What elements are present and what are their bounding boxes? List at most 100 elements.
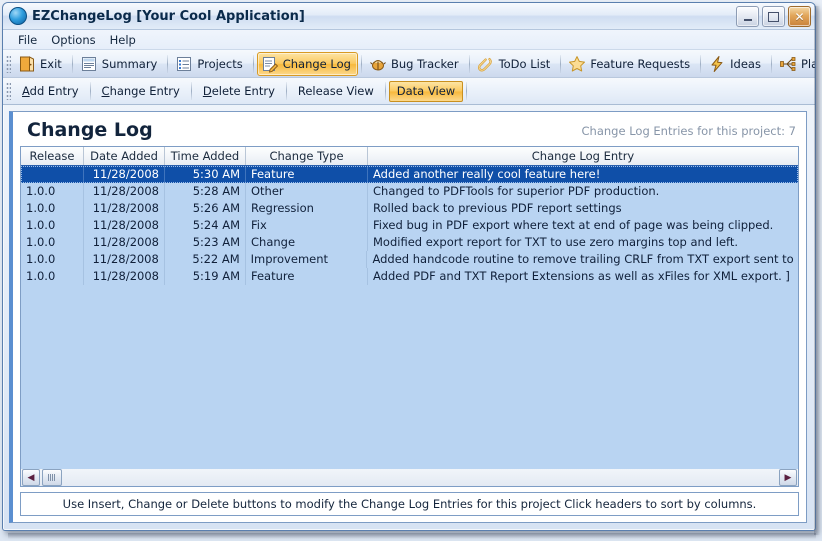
toolbar-button-ideas[interactable]: Ideas [704, 52, 768, 76]
cell-change-type: Feature [246, 268, 368, 285]
column-header-release[interactable]: Release [21, 147, 84, 165]
secondary-toolbar: Add Entry Change Entry Delete Entry Rele… [3, 78, 815, 105]
horizontal-scrollbar[interactable]: ◀ ▶ [20, 469, 799, 487]
secondary-toolbar-separator [385, 82, 386, 100]
cell-change-type: Improvement [246, 251, 368, 268]
toolbar-separator [167, 55, 168, 73]
toolbar-label-change-log: Change Log [283, 57, 351, 71]
toolbar-label-exit: Exit [40, 57, 62, 71]
cell-release: 1.0.0 [21, 234, 84, 251]
star-icon [568, 55, 586, 73]
table-row[interactable]: 1.0.0 11/28/2008 5:24 AM Fix Fixed bug i… [21, 217, 798, 234]
toolbar-label-delete-entry: Delete Entry [203, 84, 275, 98]
table-row[interactable]: 1.0.0 11/28/2008 5:26 AM Regression Roll… [21, 200, 798, 217]
secondary-toolbar-separator [90, 82, 91, 100]
window-title: EZChangeLog [Your Cool Application] [32, 9, 305, 24]
toolbar-button-feature-requests[interactable]: Feature Requests [564, 52, 697, 76]
column-header-time-added[interactable]: Time Added [165, 147, 246, 165]
title-bar: EZChangeLog [Your Cool Application] ✕ [3, 3, 815, 30]
table-row[interactable]: 1.0.0 11/28/2008 5:19 AM Feature Added P… [21, 268, 798, 285]
secondary-toolbar-grip[interactable] [6, 82, 11, 100]
maximize-button[interactable] [762, 6, 785, 27]
toolbar-button-planner[interactable]: Planner [775, 52, 816, 76]
minimize-icon [744, 19, 752, 21]
toolbar-separator [253, 55, 254, 73]
toolbar-label-data-view: Data View [397, 84, 455, 98]
cell-time-added: 5:23 AM [165, 234, 246, 251]
table-row[interactable]: 1.0.0 11/28/2008 5:22 AM Improvement Add… [21, 251, 798, 268]
toolbar-separator [469, 55, 470, 73]
scrollbar-thumb[interactable] [42, 469, 62, 486]
table-row[interactable]: 11/28/2008 5:30 AM Feature Added another… [21, 166, 798, 183]
cell-change-type: Fix [246, 217, 368, 234]
column-header-date-added[interactable]: Date Added [84, 147, 165, 165]
cell-change-log-entry: Added handcode routine to remove trailin… [367, 251, 798, 268]
scroll-left-button[interactable]: ◀ [22, 469, 40, 486]
minimize-button[interactable] [736, 6, 759, 27]
entry-count-label: Change Log Entries for this project: 7 [582, 124, 796, 141]
toolbar-label-bug-tracker: Bug Tracker [391, 57, 459, 71]
cell-release [21, 166, 84, 183]
toolbar-label-add-entry: Add Entry [22, 84, 79, 98]
window-shadow-bottom [8, 533, 816, 539]
toolbar-button-release-view[interactable]: Release View [290, 81, 382, 102]
secondary-toolbar-separator [466, 82, 467, 100]
column-header-change-type[interactable]: Change Type [246, 147, 368, 165]
close-icon: ✕ [794, 11, 804, 23]
status-bar: Use Insert, Change or Delete buttons to … [20, 492, 799, 516]
projects-list-icon [175, 55, 193, 73]
menu-item-options[interactable]: Options [44, 32, 102, 48]
toolbar-label-ideas: Ideas [730, 57, 761, 71]
toolbar-label-release-view: Release View [298, 84, 374, 98]
toolbar-button-change-log[interactable]: Change Log [257, 52, 358, 76]
cell-change-log-entry: Added PDF and TXT Report Extensions as w… [368, 268, 798, 285]
cell-change-log-entry: Added another really cool feature here! [368, 166, 798, 183]
menu-item-help[interactable]: Help [103, 32, 143, 48]
paperclip-icon [477, 55, 495, 73]
app-globe-icon [9, 7, 27, 25]
toolbar-button-data-view[interactable]: Data View [389, 81, 463, 102]
cell-change-log-entry: Changed to PDFTools for superior PDF pro… [368, 183, 798, 200]
planner-tree-icon [779, 55, 797, 73]
table-row[interactable]: 1.0.0 11/28/2008 5:23 AM Change Modified… [21, 234, 798, 251]
toolbar-button-change-entry[interactable]: Change Entry [94, 81, 188, 102]
toolbar-button-delete-entry[interactable]: Delete Entry [195, 81, 283, 102]
toolbar-separator [700, 55, 701, 73]
toolbar-button-exit[interactable]: Exit [14, 52, 69, 76]
scrollbar-thumb-grip [48, 474, 56, 481]
cell-change-type: Regression [246, 200, 368, 217]
cell-time-added: 5:28 AM [165, 183, 246, 200]
toolbar-button-todo-list[interactable]: ToDo List [473, 52, 558, 76]
close-button[interactable]: ✕ [788, 6, 811, 27]
summary-page-icon [80, 55, 98, 73]
cell-change-type: Change [246, 234, 368, 251]
cell-time-added: 5:19 AM [165, 268, 246, 285]
column-header-change-log-entry[interactable]: Change Log Entry [368, 147, 798, 165]
toolbar-separator [72, 55, 73, 73]
menu-item-file[interactable]: File [11, 32, 44, 48]
main-toolbar: Exit Summary [3, 50, 815, 78]
exit-door-icon [18, 55, 36, 73]
secondary-toolbar-separator [286, 82, 287, 100]
window-controls: ✕ [736, 6, 811, 27]
main-window: EZChangeLog [Your Cool Application] ✕ Fi… [2, 2, 816, 531]
content-area: Change Log Change Log Entries for this p… [3, 104, 815, 530]
toolbar-button-summary[interactable]: Summary [76, 52, 165, 76]
toolbar-button-projects[interactable]: Projects [171, 52, 249, 76]
toolbar-grip[interactable] [6, 55, 11, 73]
scroll-right-button[interactable]: ▶ [779, 469, 797, 486]
cell-release: 1.0.0 [21, 217, 84, 234]
cell-release: 1.0.0 [21, 183, 84, 200]
cell-time-added: 5:26 AM [165, 200, 246, 217]
cell-release: 1.0.0 [21, 268, 84, 285]
bug-icon [369, 55, 387, 73]
cell-date-added: 11/28/2008 [84, 268, 165, 285]
table-row[interactable]: 1.0.0 11/28/2008 5:28 AM Other Changed t… [21, 183, 798, 200]
toolbar-label-projects: Projects [197, 57, 242, 71]
toolbar-button-bug-tracker[interactable]: Bug Tracker [365, 52, 466, 76]
cell-date-added: 11/28/2008 [84, 183, 165, 200]
cell-release: 1.0.0 [21, 251, 84, 268]
cell-date-added: 11/28/2008 [84, 217, 165, 234]
application-window: EZChangeLog [Your Cool Application] ✕ Fi… [0, 0, 822, 541]
toolbar-button-add-entry[interactable]: Add Entry [14, 81, 87, 102]
